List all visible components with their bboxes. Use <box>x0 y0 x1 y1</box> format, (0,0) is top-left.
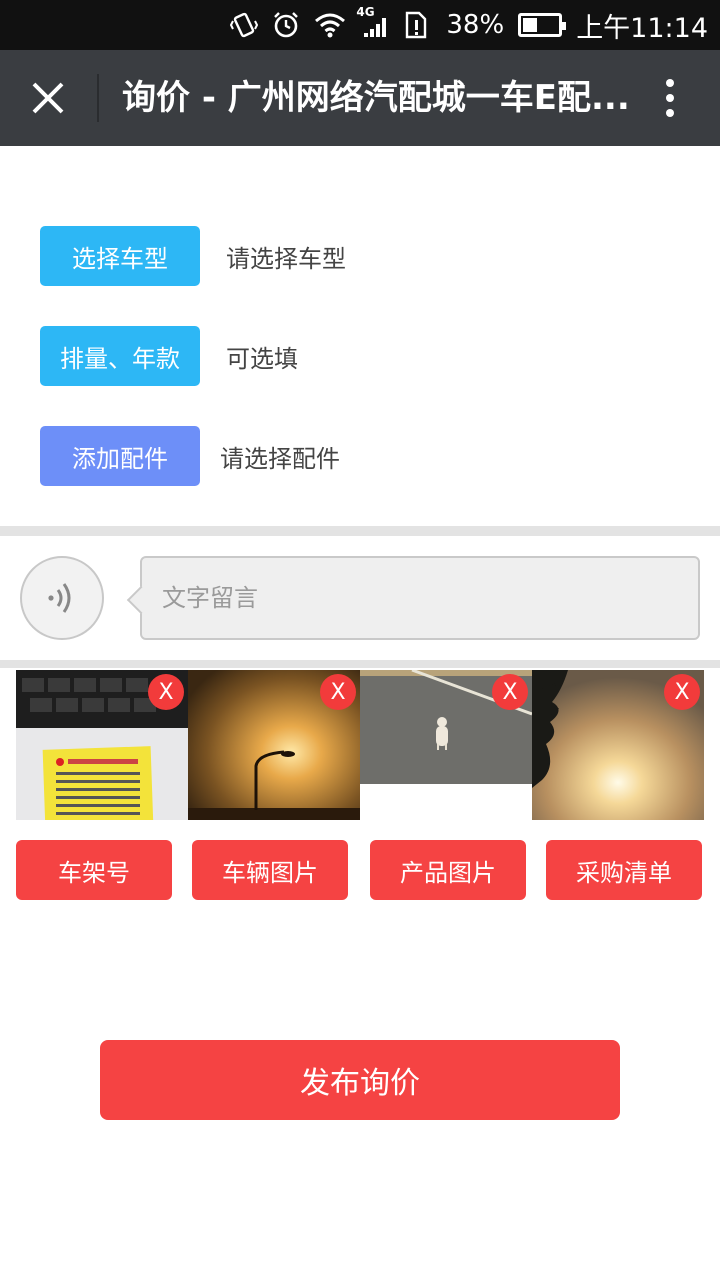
add-parts-hint[interactable]: 请选择配件 <box>220 439 340 474</box>
app-bar-divider <box>97 74 99 122</box>
add-parts-row: 添加配件 请选择配件 <box>40 426 340 486</box>
message-box <box>140 556 700 640</box>
status-icons: 4G 38% 上午11:14 <box>230 0 708 50</box>
upload-vehicle-photo-button[interactable]: 车辆图片 <box>192 840 348 900</box>
upload-product-photo-button[interactable]: 产品图片 <box>370 840 526 900</box>
select-model-button[interactable]: 选择车型 <box>40 226 200 286</box>
more-button[interactable] <box>640 74 700 122</box>
app-bar: 询价 - 广州网络汽配城一车E配... <box>0 50 720 146</box>
alarm-icon <box>272 11 300 39</box>
section-divider-2 <box>0 660 720 668</box>
section-divider <box>0 526 720 536</box>
signal-icon: 4G <box>356 5 390 39</box>
vibrate-icon <box>230 11 259 39</box>
select-model-hint[interactable]: 请选择车型 <box>226 239 346 274</box>
upload-vin-button[interactable]: 车架号 <box>16 840 172 900</box>
publish-inquiry-button[interactable]: 发布询价 <box>100 1040 620 1120</box>
voice-record-button[interactable] <box>20 556 104 640</box>
close-icon <box>32 82 64 114</box>
page-title: 询价 - 广州网络汽配城一车E配... <box>122 78 630 118</box>
battery-icon <box>518 13 567 37</box>
more-vertical-icon <box>666 79 674 117</box>
thumbnail-vin-photo[interactable]: X <box>16 670 188 820</box>
close-button[interactable] <box>20 74 76 122</box>
upload-purchase-list-button[interactable]: 采购清单 <box>546 840 702 900</box>
battery-percent: 38% <box>446 10 505 40</box>
remove-thumbnail-button[interactable]: X <box>664 674 700 710</box>
thumbnail-streetlamp-sunset[interactable]: X <box>188 670 360 820</box>
wifi-icon <box>314 11 346 39</box>
remove-thumbnail-button[interactable]: X <box>320 674 356 710</box>
select-model-row: 选择车型 请选择车型 <box>40 226 346 286</box>
remove-thumbnail-button[interactable]: X <box>148 674 184 710</box>
thumbnail-dog-road[interactable]: X <box>360 670 532 820</box>
sim-alert-icon <box>404 11 432 39</box>
displacement-hint[interactable]: 可选填 <box>226 339 298 374</box>
message-input[interactable] <box>162 578 682 618</box>
remove-thumbnail-button[interactable]: X <box>492 674 528 710</box>
thumbnail-sunset-tree[interactable]: X <box>532 670 704 820</box>
voice-icon <box>48 583 71 613</box>
displacement-year-button[interactable]: 排量、年款 <box>40 326 200 386</box>
network-type: 4G <box>356 5 375 19</box>
clock: 上午11:14 <box>576 12 708 44</box>
displacement-row: 排量、年款 可选填 <box>40 326 298 386</box>
status-bar: 4G 38% 上午11:14 <box>0 0 720 50</box>
add-parts-button[interactable]: 添加配件 <box>40 426 200 486</box>
